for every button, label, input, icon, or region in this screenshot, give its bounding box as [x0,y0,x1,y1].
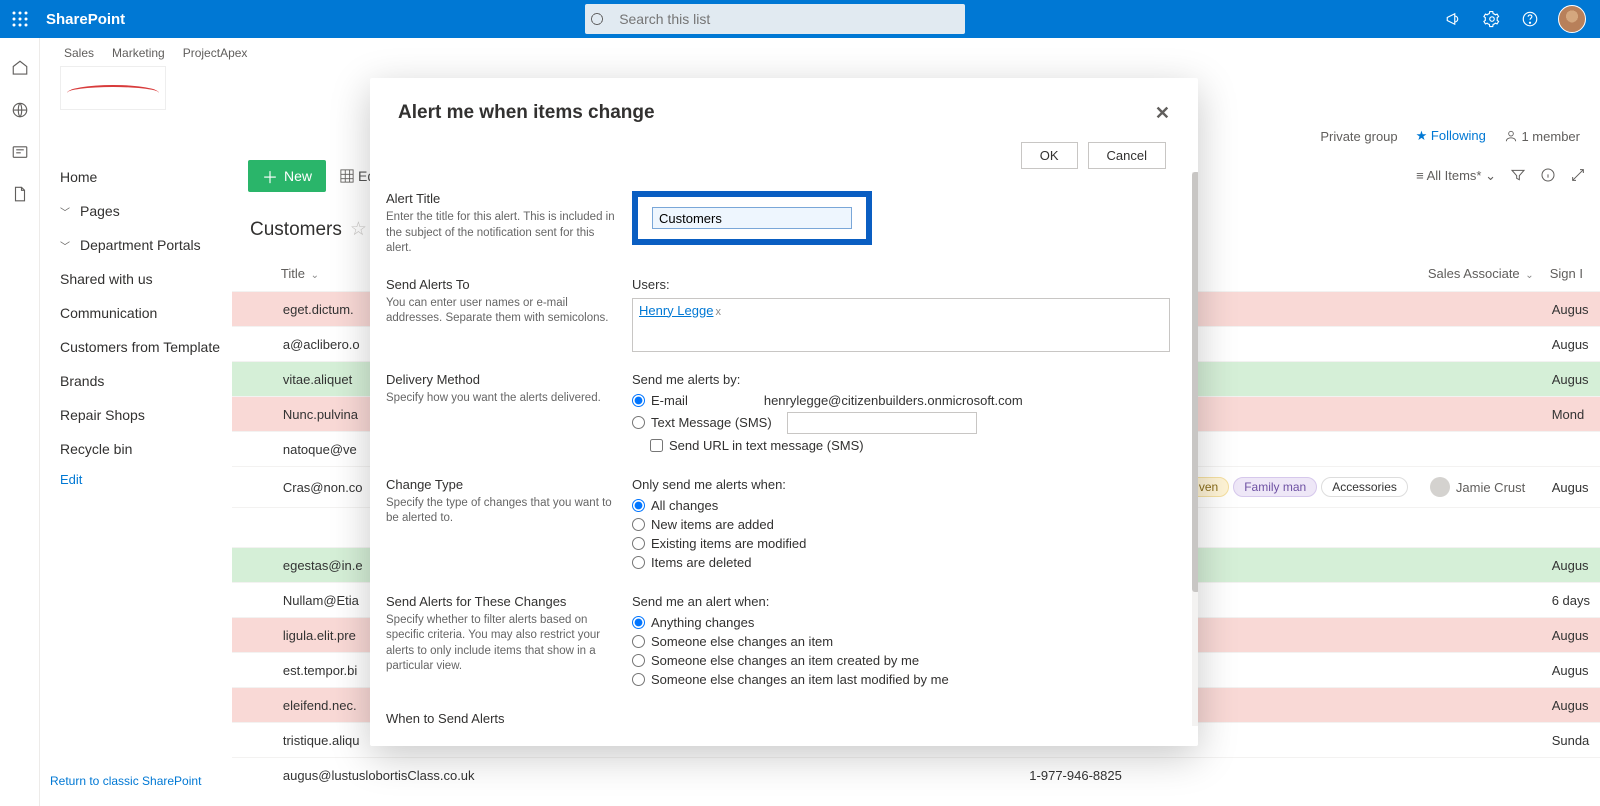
change-type-label: Change Type [386,477,620,492]
email-address: henrylegge@citizenbuilders.onmicrosoft.c… [764,393,1023,408]
sms-number-input[interactable] [787,412,977,434]
modal-overlay: Alert me when items change ✕ OK Cancel A… [0,0,1600,806]
delivery-label: Delivery Method [386,372,620,387]
remove-user-icon[interactable]: x [715,306,721,318]
send-to-label: Send Alerts To [386,277,620,292]
ft-any-radio[interactable] [632,616,645,629]
alert-title-label: Alert Title [386,191,620,206]
delivery-sms-radio[interactable] [632,416,645,429]
dialog-scrollbar-thumb[interactable] [1192,172,1198,592]
alert-title-highlight [632,191,872,245]
send-url-checkbox[interactable] [650,439,663,452]
ct-all-radio[interactable] [632,499,645,512]
alert-dialog: Alert me when items change ✕ OK Cancel A… [370,78,1198,746]
cancel-button[interactable]: Cancel [1088,142,1166,169]
close-icon[interactable]: ✕ [1155,103,1170,124]
ok-button[interactable]: OK [1021,142,1078,169]
users-people-picker[interactable]: Henry Leggex [632,298,1170,352]
alert-title-input[interactable] [652,207,852,229]
delivery-email-radio[interactable] [632,394,645,407]
ft-else-modified-radio[interactable] [632,673,645,686]
when-send-label: When to Send Alerts [386,711,620,726]
dialog-title: Alert me when items change [398,102,655,124]
ct-mod-radio[interactable] [632,537,645,550]
ct-del-radio[interactable] [632,556,645,569]
for-these-label: Send Alerts for These Changes [386,594,620,609]
user-chip[interactable]: Henry Legge [639,303,713,318]
ft-else-created-radio[interactable] [632,654,645,667]
ft-else-radio[interactable] [632,635,645,648]
ct-new-radio[interactable] [632,518,645,531]
